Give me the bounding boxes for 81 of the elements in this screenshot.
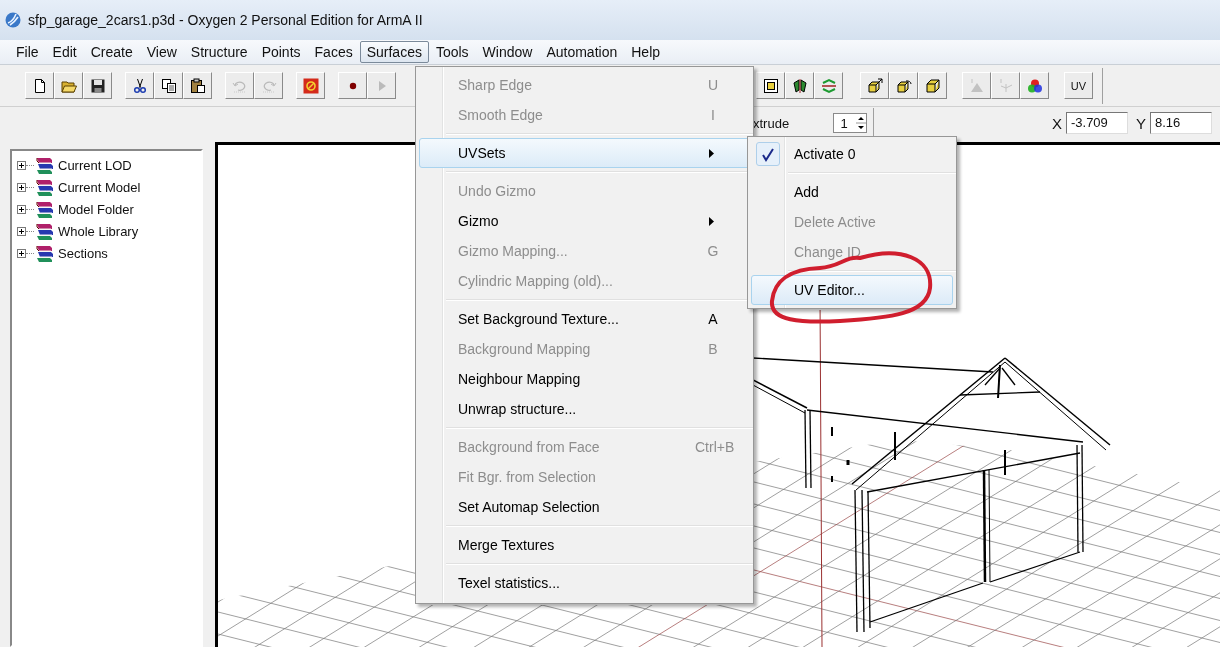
- check-icon: [761, 146, 775, 162]
- coordinate-field[interactable]: -3.709: [1065, 112, 1128, 134]
- scissors-icon: [131, 77, 148, 94]
- menu-item[interactable]: UV Editor...: [751, 275, 953, 305]
- menu-item[interactable]: Set Background Texture... A: [419, 304, 750, 334]
- books-icon: [35, 199, 53, 219]
- menu-bar-item[interactable]: Faces: [307, 41, 360, 63]
- toolbar-button[interactable]: [1020, 72, 1049, 99]
- expand-toggle[interactable]: [17, 226, 26, 236]
- toolbar-button[interactable]: [338, 72, 367, 99]
- toolbar-button[interactable]: [918, 72, 947, 99]
- menu-item[interactable]: Merge Textures: [419, 530, 750, 560]
- clipboard-icon: [189, 77, 206, 94]
- app-icon: [4, 11, 22, 29]
- uv-button[interactable]: UV: [1064, 72, 1093, 99]
- menu-item[interactable]: Activate 0: [751, 139, 953, 169]
- extrude-label: xtrude: [753, 115, 791, 131]
- framed-square-icon: [762, 77, 779, 94]
- tree-item[interactable]: Sections: [58, 245, 108, 261]
- shortcut-text: G: [706, 243, 720, 259]
- menu-bar-item[interactable]: Tools: [428, 41, 476, 63]
- mirror-icon: [791, 77, 808, 94]
- menu-bar-item[interactable]: Window: [475, 41, 540, 63]
- toolbar-button[interactable]: [889, 72, 918, 99]
- toolbar-button[interactable]: [83, 72, 112, 99]
- spinner-field[interactable]: 1: [833, 113, 868, 133]
- toolbar-button[interactable]: [756, 72, 785, 99]
- submenu-arrow-icon: [709, 148, 714, 158]
- expand-toggle[interactable]: [17, 160, 26, 170]
- tree-item[interactable]: Model Folder: [58, 201, 134, 217]
- axes-icon: [997, 77, 1014, 94]
- books-icon: [35, 155, 53, 175]
- submenu-arrow-icon: [709, 216, 714, 226]
- axis-label: X: [1051, 114, 1062, 132]
- books-icon: [35, 177, 53, 197]
- menu-bar-item[interactable]: Help: [624, 41, 668, 63]
- tree-item[interactable]: Whole Library: [58, 223, 139, 239]
- coordinate-field[interactable]: 8.16: [1150, 112, 1212, 134]
- menu-bar-item[interactable]: File: [9, 41, 46, 63]
- cube-rotate-icon: [895, 77, 912, 94]
- menu-bar-item[interactable]: View: [139, 41, 184, 63]
- emblem-icon: [302, 77, 319, 94]
- expand-toggle[interactable]: [17, 182, 26, 192]
- toolbar-button[interactable]: [125, 72, 154, 99]
- menu-bar-item[interactable]: Structure: [183, 41, 255, 63]
- shortcut-text: B: [707, 341, 719, 357]
- toolbar-button[interactable]: [785, 72, 814, 99]
- menu-bar-item[interactable]: Surfaces: [359, 41, 429, 63]
- color-circles-icon: [1026, 77, 1043, 94]
- books-icon: [35, 243, 53, 263]
- menu-item[interactable]: Add: [751, 177, 953, 207]
- tree-item[interactable]: Current Model: [58, 179, 141, 195]
- cube-icon: [924, 77, 941, 94]
- menu-item[interactable]: UVSets: [419, 138, 750, 168]
- menu-bar-item[interactable]: Create: [83, 41, 140, 63]
- menu-item[interactable]: Gizmo: [419, 206, 750, 236]
- books-icon: [35, 221, 53, 241]
- window-title: sfp_garage_2cars1.p3d - Oxygen 2 Personal Edition for ArmA II: [28, 12, 423, 28]
- arrows-icon: [820, 77, 837, 94]
- shortcut-text: U: [706, 77, 720, 93]
- expand-toggle[interactable]: [17, 248, 26, 258]
- spin-arrows-icon: [856, 116, 867, 130]
- axis-label: Y: [1135, 114, 1146, 132]
- toolbar-button[interactable]: [860, 72, 889, 99]
- menu-item[interactable]: Unwrap structure...: [419, 394, 750, 424]
- cube-arrows-icon: [866, 77, 883, 94]
- shortcut-text: A: [707, 311, 719, 327]
- menu-item[interactable]: Neighbour Mapping: [419, 364, 750, 394]
- shortcut-text: I: [710, 107, 716, 123]
- menu-item[interactable]: Set Automap Selection: [419, 492, 750, 522]
- toolbar-button[interactable]: [25, 72, 54, 99]
- toolbar-button[interactable]: [183, 72, 212, 99]
- expand-toggle[interactable]: [17, 204, 26, 214]
- menu-bar-item[interactable]: Edit: [45, 41, 84, 63]
- triangle-icon: [968, 77, 985, 94]
- copy-icon: [160, 77, 177, 94]
- menu-bar-item[interactable]: Points: [254, 41, 308, 63]
- menu-item[interactable]: Texel statistics...: [419, 568, 750, 598]
- toolbar-button[interactable]: [154, 72, 183, 99]
- menu-bar-item[interactable]: Automation: [539, 41, 625, 63]
- tree-item[interactable]: Current LOD: [58, 157, 132, 173]
